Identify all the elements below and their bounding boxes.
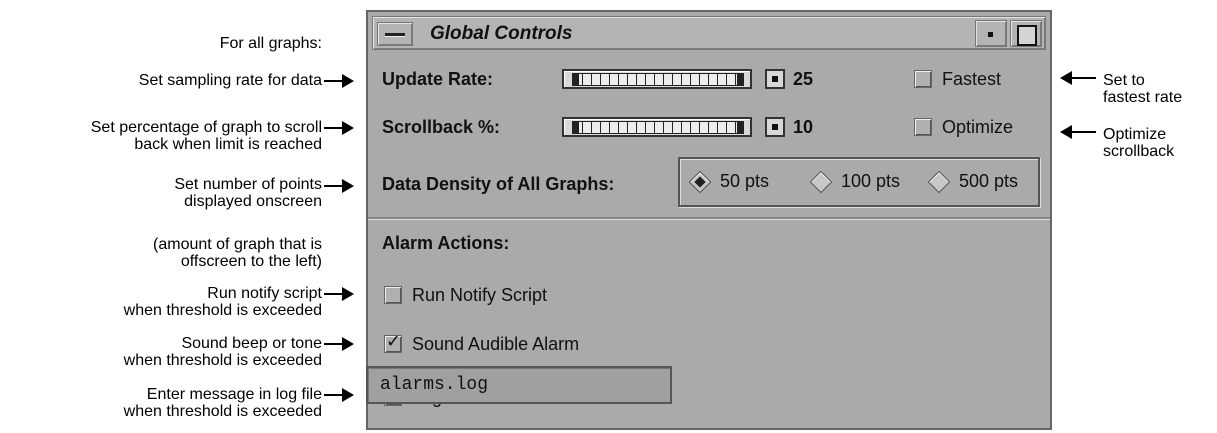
density-radio-group: 50 pts 100 pts 500 pts bbox=[678, 157, 1040, 207]
annotation-line: when threshold is exceeded bbox=[123, 403, 322, 420]
annotation-line: Enter message in log file bbox=[146, 386, 322, 403]
arrow-right-icon bbox=[324, 388, 354, 402]
section-divider bbox=[368, 217, 1050, 220]
optimize-label: Optimize bbox=[942, 117, 1014, 137]
alarm-actions-heading: Alarm Actions: bbox=[382, 233, 510, 253]
annotation-line: Sound beep or tone bbox=[181, 335, 322, 352]
scrollback-slider[interactable] bbox=[562, 117, 752, 137]
density-100-radio[interactable] bbox=[809, 170, 833, 194]
annotation-log-file: Enter message in log file when threshold… bbox=[124, 386, 322, 420]
annotation-line: fastest rate bbox=[1103, 89, 1183, 106]
annotation-sampling-rate: Set sampling rate for data bbox=[138, 72, 322, 89]
checkmark-icon: ✓ bbox=[386, 331, 402, 352]
annotation-line: Set percentage of graph to scroll bbox=[90, 119, 322, 136]
update-rate-stepper[interactable] bbox=[765, 69, 785, 89]
annotation-line: back when limit is reached bbox=[134, 136, 322, 153]
annotation-line: Set to bbox=[1103, 72, 1145, 89]
slider-track bbox=[572, 121, 744, 134]
density-50-radio[interactable] bbox=[688, 170, 712, 194]
annotation-line: Run notify script bbox=[207, 285, 322, 302]
arrow-right-icon bbox=[324, 179, 354, 193]
density-label: Data Density of All Graphs: bbox=[382, 174, 615, 194]
arrow-left-icon bbox=[1060, 125, 1096, 139]
annotation-line: Optimize bbox=[1103, 126, 1167, 143]
update-rate-label: Update Rate: bbox=[382, 69, 494, 89]
log-file-value: alarms.log bbox=[380, 375, 489, 395]
arrow-right-icon bbox=[324, 74, 354, 88]
arrow-left-icon bbox=[1060, 71, 1096, 85]
window-title: Global Controls bbox=[430, 23, 573, 44]
scrollback-stepper[interactable] bbox=[765, 117, 785, 137]
maximize-button[interactable] bbox=[1010, 20, 1042, 47]
arrow-right-icon bbox=[324, 287, 354, 301]
annotation-for-all-graphs: For all graphs: bbox=[219, 35, 322, 52]
scrollback-value: 10 bbox=[793, 117, 814, 137]
title-bar[interactable]: Global Controls bbox=[372, 16, 1046, 50]
window-menu-button[interactable] bbox=[377, 22, 413, 46]
update-rate-slider[interactable] bbox=[562, 69, 752, 89]
annotation-fastest-rate: Set to fastest rate bbox=[1103, 72, 1182, 106]
annotation-line: scrollback bbox=[1103, 143, 1175, 160]
slider-track bbox=[572, 73, 744, 86]
annotation-run-notify: Run notify script when threshold is exce… bbox=[124, 285, 322, 319]
arrow-right-icon bbox=[324, 121, 354, 135]
log-file-input[interactable]: alarms.log bbox=[366, 366, 672, 404]
arrow-right-icon bbox=[324, 337, 354, 351]
annotation-line: when threshold is exceeded bbox=[123, 352, 322, 369]
annotation-sound-beep: Sound beep or tone when threshold is exc… bbox=[124, 335, 322, 369]
annotation-points-displayed: Set number of points displayed onscreen bbox=[174, 176, 322, 210]
density-50-label: 50 pts bbox=[720, 171, 770, 191]
optimize-checkbox[interactable] bbox=[914, 118, 932, 136]
annotation-line: offscreen to the left) bbox=[180, 253, 322, 270]
fastest-label: Fastest bbox=[942, 69, 1002, 89]
scrollback-label: Scrollback %: bbox=[382, 117, 501, 137]
density-500-label: 500 pts bbox=[959, 171, 1019, 191]
sound-alarm-checkbox[interactable]: ✓ bbox=[384, 331, 402, 353]
annotation-amount-offscreen: (amount of graph that is offscreen to th… bbox=[153, 236, 322, 270]
annotation-line: displayed onscreen bbox=[184, 193, 322, 210]
minimize-button[interactable] bbox=[975, 20, 1007, 47]
annotation-line: (amount of graph that is bbox=[153, 236, 322, 253]
annotation-scroll-percentage: Set percentage of graph to scroll back w… bbox=[91, 119, 322, 153]
annotation-line: when threshold is exceeded bbox=[123, 302, 322, 319]
density-100-label: 100 pts bbox=[841, 171, 901, 191]
sound-alarm-label: Sound Audible Alarm bbox=[412, 334, 580, 354]
density-500-radio[interactable] bbox=[927, 170, 951, 194]
annotation-optimize-scrollback: Optimize scrollback bbox=[1103, 126, 1174, 160]
annotation-line: Set number of points bbox=[174, 176, 322, 193]
run-notify-checkbox[interactable] bbox=[384, 286, 402, 304]
run-notify-label: Run Notify Script bbox=[412, 285, 548, 305]
update-rate-value: 25 bbox=[793, 69, 814, 89]
fastest-checkbox[interactable] bbox=[914, 70, 932, 88]
